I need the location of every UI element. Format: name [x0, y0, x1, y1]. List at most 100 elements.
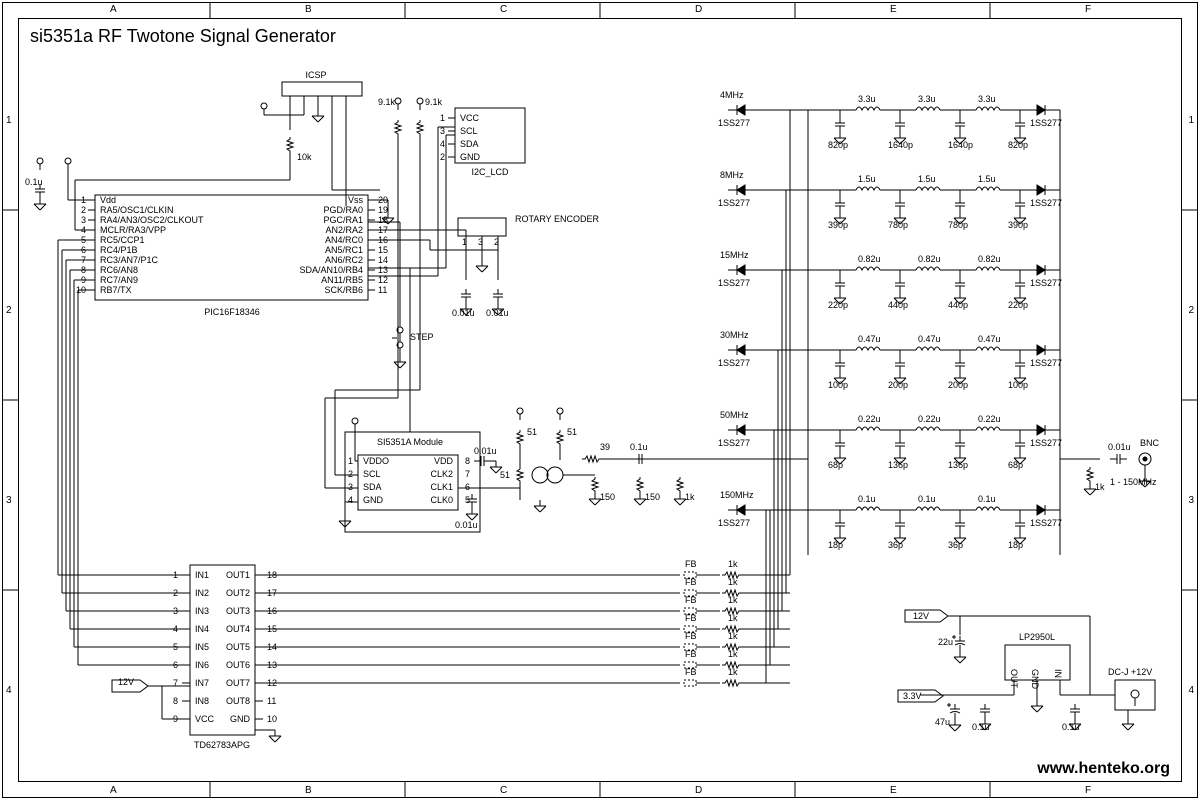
svg-text:IN6: IN6	[195, 660, 209, 670]
bnc-label: BNC	[1140, 438, 1160, 448]
svg-text:SDA: SDA	[460, 139, 479, 149]
svg-text:IN7: IN7	[195, 678, 209, 688]
svg-text:1k: 1k	[728, 577, 738, 587]
svg-text:0.82u: 0.82u	[918, 254, 941, 264]
svg-text:50MHz: 50MHz	[720, 410, 749, 420]
r-150a: 150	[600, 492, 615, 502]
c-rot1: 0.01u	[452, 308, 475, 318]
svg-text:8: 8	[465, 456, 470, 466]
r-1k-att: 1k	[685, 492, 695, 502]
svg-text:8: 8	[173, 696, 178, 706]
svg-text:0.1u: 0.1u	[918, 494, 936, 504]
svg-text:1: 1	[440, 113, 445, 123]
svg-text:RB7/TX: RB7/TX	[100, 285, 132, 295]
reg-label: LP2950L	[1019, 632, 1055, 642]
svg-text:0.47u: 0.47u	[978, 334, 1001, 344]
svg-text:0.22u: 0.22u	[858, 414, 881, 424]
svg-text:68p: 68p	[828, 460, 843, 470]
r-mclr: 10k	[297, 152, 312, 162]
svg-text:SCL: SCL	[460, 126, 478, 136]
svg-text:820p: 820p	[828, 140, 848, 150]
svg-text:14: 14	[378, 255, 388, 265]
mcu-block: PIC16F18346 1Vdd2RA5/OSC1/CLKIN3RA4/AN3/…	[76, 195, 388, 317]
svg-text:820p: 820p	[1008, 140, 1028, 150]
svg-text:1640p: 1640p	[948, 140, 973, 150]
svg-text:OUT1: OUT1	[226, 570, 250, 580]
svg-text:IN3: IN3	[195, 606, 209, 616]
svg-text:15MHz: 15MHz	[720, 250, 749, 260]
svg-text:0.1u: 0.1u	[978, 494, 996, 504]
c-byp1: 0.1u	[972, 722, 990, 732]
svg-text:11: 11	[267, 696, 276, 706]
svg-text:68p: 68p	[1008, 460, 1023, 470]
svg-text:SDA: SDA	[363, 482, 382, 492]
svg-text:AN4/RC0: AN4/RC0	[325, 235, 363, 245]
svg-text:IN: IN	[1053, 669, 1063, 678]
svg-text:36p: 36p	[888, 540, 903, 550]
svg-text:IN5: IN5	[195, 642, 209, 652]
svg-text:1.5u: 1.5u	[978, 174, 996, 184]
svg-text:RC7/AN9: RC7/AN9	[100, 275, 138, 285]
svg-text:200p: 200p	[948, 380, 968, 390]
tag-3v3: 3.3V	[903, 691, 922, 701]
c-22u: 22u	[938, 637, 953, 647]
svg-text:3: 3	[348, 482, 353, 492]
svg-text:VDDO: VDDO	[363, 456, 389, 466]
svg-text:220p: 220p	[828, 300, 848, 310]
svg-text:200p: 200p	[888, 380, 908, 390]
svg-text:1SS277: 1SS277	[1030, 278, 1062, 288]
svg-text:5: 5	[465, 495, 470, 505]
svg-text:AN5/RC1: AN5/RC1	[325, 245, 363, 255]
svg-text:36p: 36p	[948, 540, 963, 550]
svg-text:IN4: IN4	[195, 624, 209, 634]
svg-text:SCL: SCL	[363, 469, 381, 479]
svg-text:1k: 1k	[728, 595, 738, 605]
svg-text:0.22u: 0.22u	[978, 414, 1001, 424]
svg-text:1SS277: 1SS277	[718, 118, 750, 128]
svg-text:1SS277: 1SS277	[718, 518, 750, 528]
svg-text:18p: 18p	[1008, 540, 1023, 550]
svg-text:1SS277: 1SS277	[1030, 198, 1062, 208]
step-label: STEP	[410, 332, 434, 342]
svg-text:CLK2: CLK2	[430, 469, 453, 479]
svg-text:10: 10	[267, 714, 277, 724]
svg-text:OUT3: OUT3	[226, 606, 250, 616]
svg-text:FB: FB	[685, 631, 697, 641]
svg-text:VCC: VCC	[460, 113, 480, 123]
svg-text:4MHz: 4MHz	[720, 90, 744, 100]
svg-text:1k: 1k	[728, 631, 738, 641]
svg-text:440p: 440p	[888, 300, 908, 310]
svg-text:OUT8: OUT8	[226, 696, 250, 706]
svg-text:3.3u: 3.3u	[918, 94, 936, 104]
svg-text:FB: FB	[685, 613, 697, 623]
icsp-label: ICSP	[305, 70, 326, 80]
r-pullup-2: 9.1k	[425, 97, 443, 107]
svg-text:1SS277: 1SS277	[1030, 358, 1062, 368]
svg-text:1.5u: 1.5u	[858, 174, 876, 184]
c-att: 0.1u	[630, 442, 648, 452]
svg-text:1k: 1k	[728, 559, 738, 569]
svg-text:RC6/AN8: RC6/AN8	[100, 265, 138, 275]
svg-text:1SS277: 1SS277	[718, 198, 750, 208]
svg-text:30MHz: 30MHz	[720, 330, 749, 340]
svg-text:1SS277: 1SS277	[718, 438, 750, 448]
svg-text:RA4/AN3/OSC2/CLKOUT: RA4/AN3/OSC2/CLKOUT	[100, 215, 204, 225]
svg-text:2: 2	[348, 469, 353, 479]
svg-text:FB: FB	[685, 595, 697, 605]
svg-text:100p: 100p	[828, 380, 848, 390]
svg-text:1SS277: 1SS277	[1030, 438, 1062, 448]
svg-text:AN11/RB5: AN11/RB5	[321, 275, 363, 285]
svg-text:390p: 390p	[828, 220, 848, 230]
svg-text:780p: 780p	[948, 220, 968, 230]
svg-text:3.3u: 3.3u	[858, 94, 876, 104]
svg-text:Vss: Vss	[348, 195, 364, 205]
c-47u: 47u	[935, 717, 950, 727]
svg-text:0.22u: 0.22u	[918, 414, 941, 424]
r-39: 39	[600, 442, 610, 452]
r-out: 1k	[1095, 482, 1105, 492]
svg-text:1SS277: 1SS277	[718, 358, 750, 368]
svg-text:AN6/RC2: AN6/RC2	[325, 255, 363, 265]
svg-text:VDD: VDD	[434, 456, 454, 466]
svg-text:11: 11	[378, 285, 387, 295]
svg-text:0.1u: 0.1u	[858, 494, 876, 504]
